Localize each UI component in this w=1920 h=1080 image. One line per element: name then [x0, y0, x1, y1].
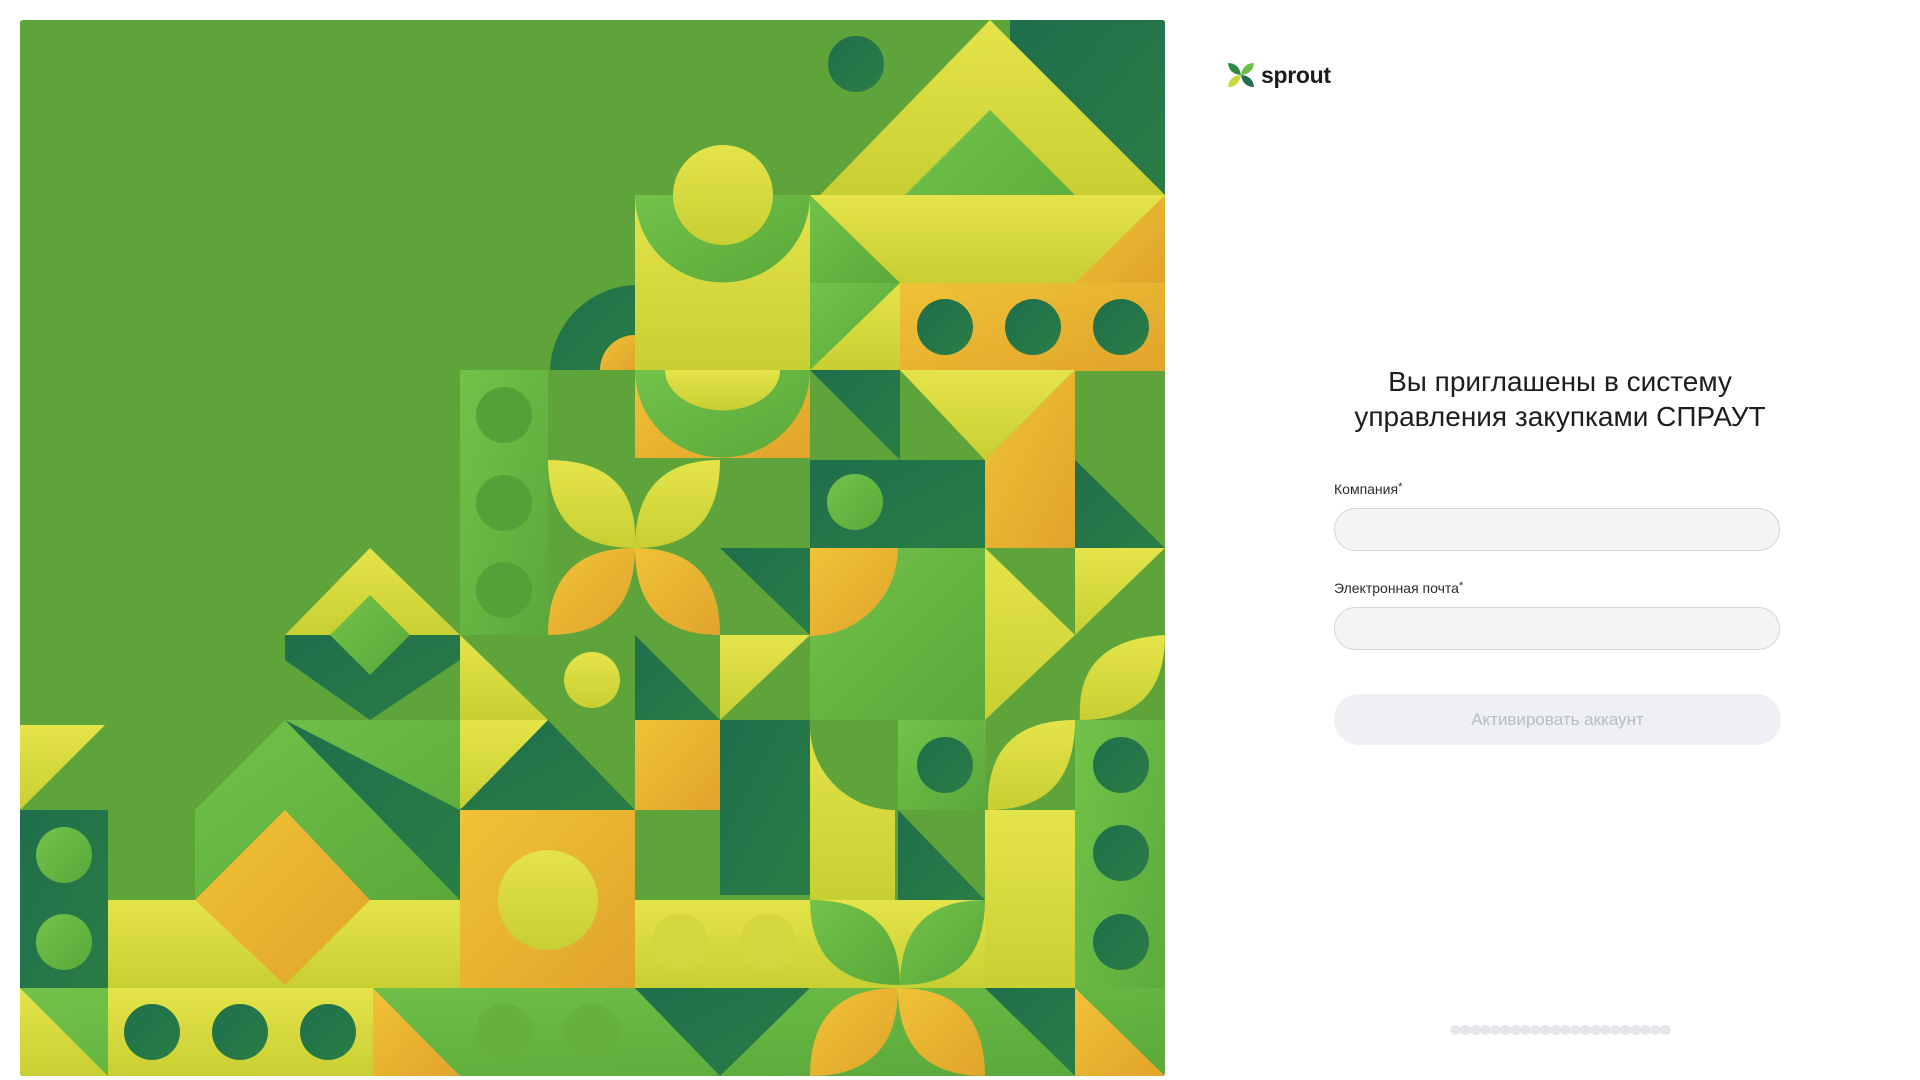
page-title-line-2: управления закупками СПРАУТ	[1354, 401, 1766, 432]
footer-dot	[1660, 1025, 1671, 1035]
brand-logo[interactable]: sprout	[1226, 60, 1331, 90]
illustration-svg	[20, 20, 1165, 1076]
activate-account-button[interactable]: Активировать аккаунт	[1334, 694, 1781, 745]
email-label: Электронная почта*	[1334, 580, 1463, 596]
footer-placeholder	[1450, 1025, 1671, 1035]
company-required-mark: *	[1398, 481, 1403, 493]
geometric-pattern-illustration	[20, 20, 1165, 1076]
company-label-text: Компания	[1334, 481, 1399, 497]
brand-name: sprout	[1261, 61, 1331, 88]
page-title-line-1: Вы приглашены в систему	[1388, 366, 1732, 397]
company-label: Компания*	[1334, 481, 1402, 497]
sprout-leaf-icon	[1228, 63, 1254, 87]
company-input[interactable]	[1334, 508, 1780, 551]
email-label-text: Электронная почта	[1334, 580, 1459, 596]
email-required-mark: *	[1458, 580, 1464, 592]
page-title: Вы приглашены в систему управления закуп…	[1300, 364, 1820, 434]
email-input[interactable]	[1334, 607, 1780, 650]
